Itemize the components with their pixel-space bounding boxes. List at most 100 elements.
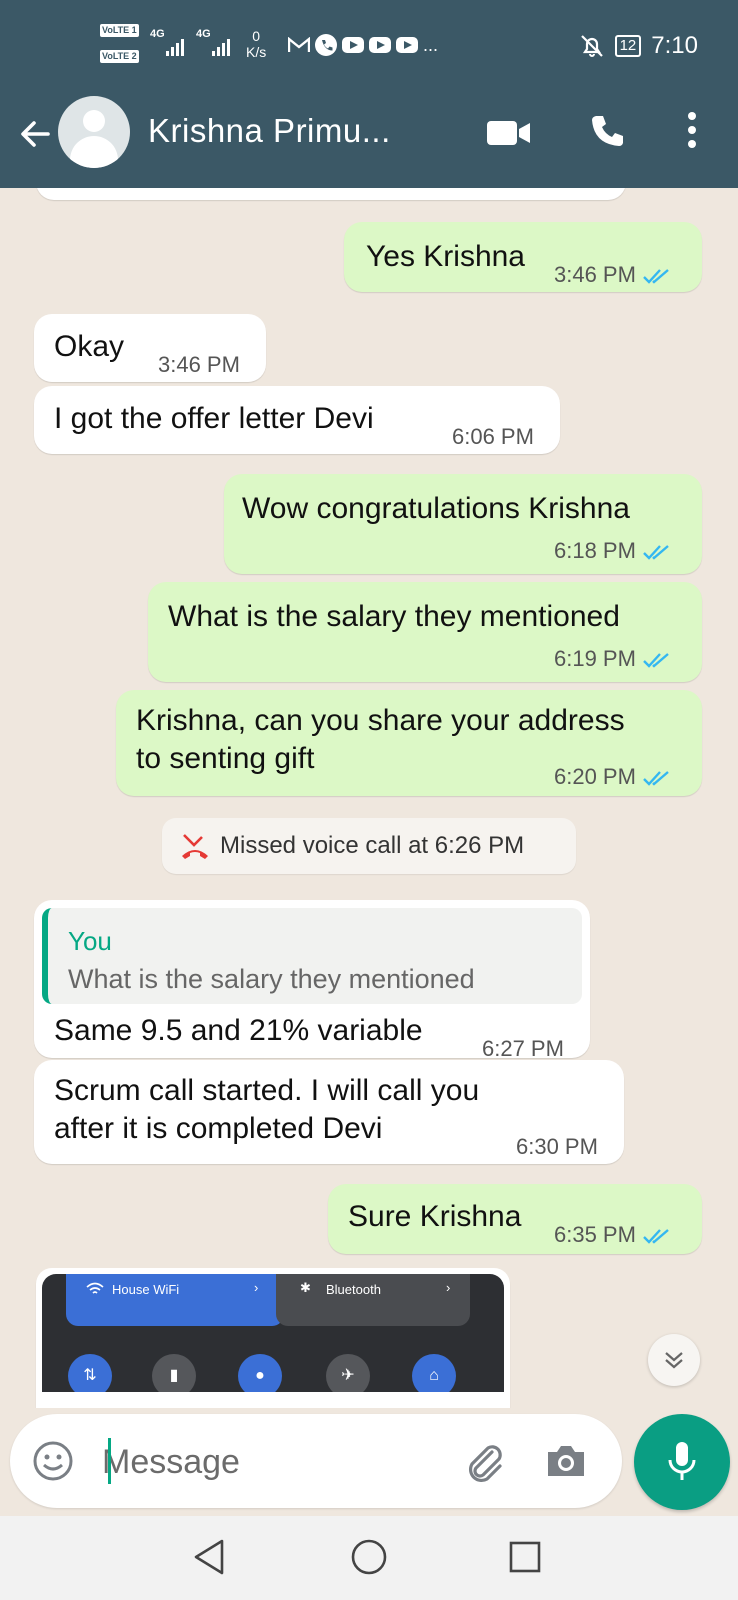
message-time-text: 6:20 PM [554,764,636,789]
chat-area[interactable]: Yes Krishna 3:46 PM Okay 3:46 PM I got t… [0,188,738,1408]
chevron-right-icon: › [446,1280,451,1295]
message-text-line1: Scrum call started. I will call you [54,1074,480,1107]
chat-header: Krishna Primu... [0,92,738,188]
message-time-text: 6:18 PM [554,538,636,563]
scroll-to-bottom-button[interactable] [648,1334,700,1386]
message-text: Okay [54,330,125,363]
speed-unit: K/s [246,44,267,60]
message-text: Yes Krishna [366,240,525,273]
image-preview[interactable]: House WiFi › ✱ Bluetooth › ⇅ ▮ ● ✈ ⌂ [42,1274,504,1392]
battery-indicator: 12 [614,35,642,57]
message-bubble-incoming[interactable]: Okay 3:46 PM [34,314,266,382]
message-bubble-outgoing[interactable]: What is the salary they mentioned 6:19 P… [148,582,702,682]
quoted-author: You [68,926,112,956]
speed-value: 0 [252,28,261,44]
quoted-text: What is the salary they mentioned [68,964,475,994]
message-text-line1: Krishna, can you share your address [136,704,625,737]
youtube-icon [396,37,418,53]
read-ticks-icon [643,269,669,284]
message-bubble-incoming-reply[interactable]: You What is the salary they mentioned Sa… [34,900,590,1061]
bluetooth-label: Bluetooth [326,1282,381,1297]
nav-home-icon[interactable] [350,1538,388,1576]
back-arrow-icon[interactable] [16,114,56,154]
missed-call-text: Missed voice call at 6:26 PM [220,832,525,859]
status-bar: VoLTE 1 VoLTE 2 4G 4G 0 K/s ... 12 7:10 [0,0,738,92]
sim1-volte-badge: VoLTE 1 [100,24,139,37]
video-call-icon[interactable] [486,118,532,148]
network1-label: 4G [150,28,165,40]
message-bubble-outgoing[interactable]: Yes Krishna 3:46 PM [344,222,702,292]
read-ticks-icon [643,771,669,786]
camera-icon[interactable] [544,1442,588,1480]
contact-avatar[interactable] [58,96,130,168]
signal1-icon [166,38,184,56]
contact-name[interactable]: Krishna Primu... [148,112,391,150]
message-bubble-partial[interactable] [36,188,626,200]
more-options-icon[interactable] [684,110,700,150]
microphone-icon [668,1442,696,1480]
message-time: 6:18 PM [554,532,672,570]
message-bubble-incoming[interactable]: I got the offer letter Devi 6:06 PM [34,386,560,454]
read-ticks-icon [643,1229,669,1244]
bluetooth-icon: ✱ [300,1280,311,1295]
system-navigation-bar [0,1516,738,1600]
network-speed: 0 K/s [246,28,266,60]
chevron-right-icon: › [254,1280,259,1295]
text-cursor [108,1438,111,1484]
message-bubble-incoming[interactable]: Scrum call started. I will call you afte… [34,1060,624,1164]
message-input[interactable] [100,1436,444,1488]
message-text: What is the salary they mentioned [168,600,620,633]
message-bubble-outgoing[interactable]: Wow congratulations Krishna 6:18 PM [224,474,702,574]
airplane-icon: ✈ [326,1354,370,1392]
quoted-message[interactable]: You What is the salary they mentioned [42,908,582,1004]
sim2-volte-badge: VoLTE 2 [100,50,139,63]
message-time: 6:06 PM [452,424,534,449]
message-text: Wow congratulations Krishna [242,492,630,525]
signal2-icon [212,38,230,56]
flashlight-icon: ▮ [152,1354,196,1392]
message-composer [10,1414,622,1508]
read-ticks-icon [643,653,669,668]
mobile-data-icon: ⇅ [68,1354,112,1392]
message-time: 3:46 PM [554,256,672,294]
message-text-line2: after it is completed Devi [54,1112,383,1145]
message-time: 6:20 PM [554,758,672,796]
message-time-text: 6:35 PM [554,1222,636,1247]
notification-icons: ... [288,34,438,56]
emoji-icon[interactable] [32,1440,74,1482]
voice-call-icon[interactable] [588,112,628,152]
message-bubble-outgoing[interactable]: Krishna, can you share your address to s… [116,690,702,796]
bluetooth-tile: ✱ Bluetooth › [276,1274,470,1326]
status-right: 12 7:10 [579,32,698,60]
network2-label: 4G [196,28,211,40]
message-time-text: 6:19 PM [554,646,636,671]
message-time-text: 3:46 PM [554,262,636,287]
status-time: 7:10 [651,32,698,59]
attach-icon[interactable] [462,1440,506,1484]
message-text: Same 9.5 and 21% variable [54,1014,423,1047]
missed-call-icon [182,834,208,859]
message-time: 3:46 PM [158,352,240,377]
message-time: 6:19 PM [554,640,672,678]
phone-notification-icon [315,34,337,56]
nav-recents-icon[interactable] [508,1540,542,1574]
message-text-line2: to senting gift [136,742,315,775]
read-ticks-icon [643,545,669,560]
more-notifications-icon: ... [423,35,439,55]
double-chevron-down-icon [665,1352,683,1369]
missed-call-notice[interactable]: Missed voice call at 6:26 PM [162,818,576,874]
message-bubble-outgoing[interactable]: Sure Krishna 6:35 PM [328,1184,702,1254]
home-icon: ⌂ [412,1354,456,1392]
voice-record-button[interactable] [634,1414,730,1510]
nav-back-icon[interactable] [192,1538,226,1576]
bell-off-icon [580,35,603,57]
wifi-tile: House WiFi › [66,1274,284,1326]
message-time: 6:30 PM [516,1134,598,1159]
location-icon: ● [238,1354,282,1392]
wifi-icon [86,1282,104,1294]
wifi-label: House WiFi [112,1282,180,1297]
message-text: Sure Krishna [348,1200,522,1233]
top-bar: VoLTE 1 VoLTE 2 4G 4G 0 K/s ... 12 7:10 … [0,0,738,188]
gmail-icon [288,37,310,52]
youtube-icon [342,37,364,53]
